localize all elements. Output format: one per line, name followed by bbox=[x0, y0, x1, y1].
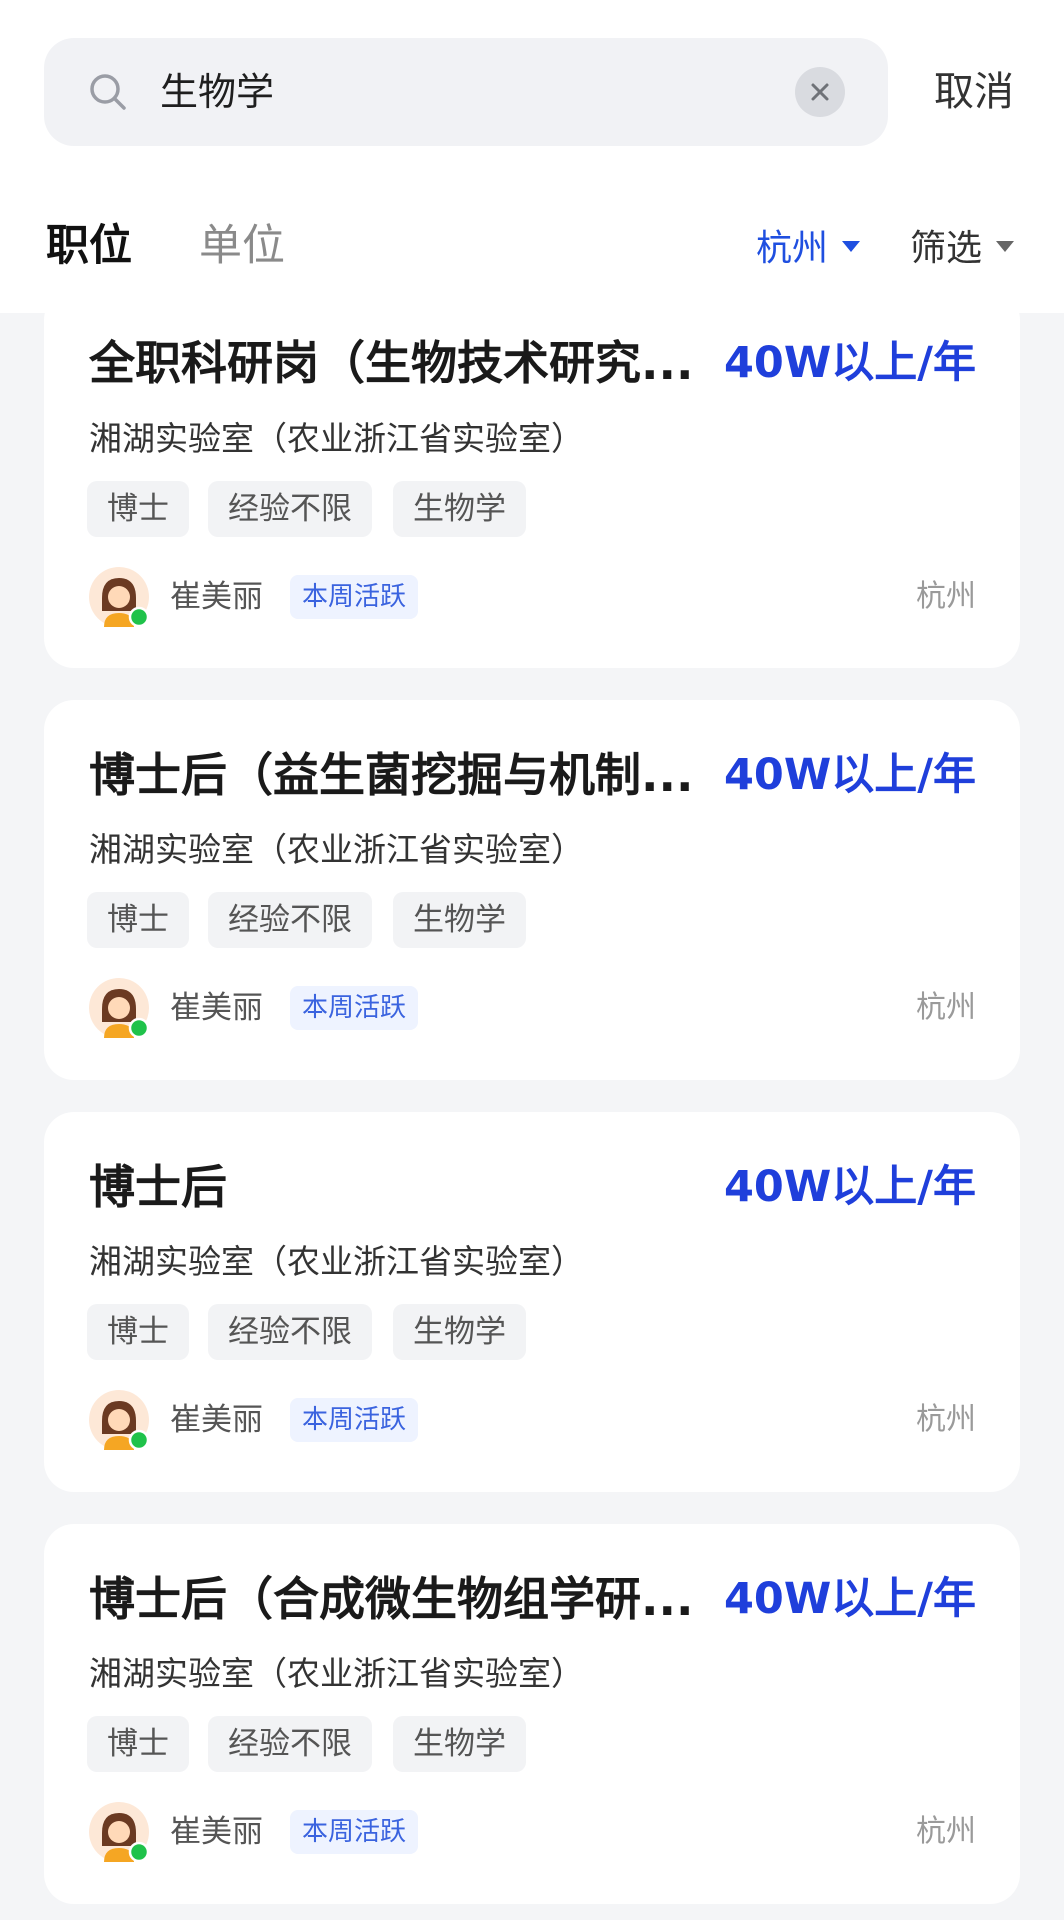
recruiter-name: 崔美丽 bbox=[170, 1402, 263, 1438]
recruiter-name: 崔美丽 bbox=[170, 1814, 263, 1850]
search-bar[interactable]: 生物学 bbox=[44, 38, 888, 146]
job-salary: 40W以上/年 bbox=[724, 1162, 976, 1212]
job-salary: 40W以上/年 bbox=[724, 1574, 976, 1624]
cancel-button[interactable]: 取消 bbox=[934, 64, 1014, 120]
caret-down-icon bbox=[842, 240, 861, 252]
city-filter-dropdown[interactable]: 杭州 bbox=[756, 224, 861, 274]
company-name: 湘湖实验室（农业浙江省实验室） bbox=[89, 1242, 584, 1281]
search-input[interactable]: 生物学 bbox=[160, 66, 274, 118]
recruiter-avatar bbox=[89, 978, 149, 1038]
active-status-badge: 本周活跃 bbox=[290, 986, 419, 1030]
clear-search-button[interactable] bbox=[795, 67, 845, 117]
job-location: 杭州 bbox=[916, 1814, 976, 1849]
job-location: 杭州 bbox=[916, 579, 976, 614]
recruiter-avatar bbox=[89, 567, 149, 627]
filter-dropdown[interactable]: 筛选 bbox=[910, 224, 1015, 274]
job-title: 博士后（合成微生物组学研... bbox=[89, 1572, 694, 1626]
job-salary: 40W以上/年 bbox=[724, 338, 976, 388]
caret-down-icon bbox=[996, 240, 1015, 252]
recruiter-avatar bbox=[89, 1390, 149, 1450]
active-status-badge: 本周活跃 bbox=[290, 1398, 419, 1442]
company-name: 湘湖实验室（农业浙江省实验室） bbox=[89, 419, 584, 458]
tag-degree: 博士 bbox=[87, 1716, 189, 1772]
tag-field: 生物学 bbox=[393, 1716, 526, 1772]
active-status-badge: 本周活跃 bbox=[290, 1810, 419, 1854]
tag-degree: 博士 bbox=[87, 892, 189, 948]
job-salary: 40W以上/年 bbox=[724, 750, 976, 800]
job-location: 杭州 bbox=[916, 1402, 976, 1437]
tag-degree: 博士 bbox=[87, 481, 189, 537]
job-card[interactable]: 博士后（益生菌挖掘与机制... 40W以上/年 湘湖实验室（农业浙江省实验室） … bbox=[44, 700, 1020, 1080]
tab-jobs[interactable]: 职位 bbox=[46, 218, 132, 274]
tag-experience: 经验不限 bbox=[208, 481, 372, 537]
tag-experience: 经验不限 bbox=[208, 1304, 372, 1360]
tag-field: 生物学 bbox=[393, 1304, 526, 1360]
recruiter-name: 崔美丽 bbox=[170, 579, 263, 615]
search-icon bbox=[90, 74, 126, 110]
job-location: 杭州 bbox=[916, 990, 976, 1025]
company-name: 湘湖实验室（农业浙江省实验室） bbox=[89, 1654, 584, 1693]
filter-label: 筛选 bbox=[910, 228, 983, 269]
job-card[interactable]: 博士后（合成微生物组学研... 40W以上/年 湘湖实验室（农业浙江省实验室） … bbox=[44, 1524, 1020, 1904]
city-filter-label: 杭州 bbox=[756, 228, 829, 269]
job-card[interactable]: 全职科研岗（生物技术研究... 40W以上/年 湘湖实验室（农业浙江省实验室） … bbox=[44, 290, 1020, 668]
job-title: 博士后 bbox=[89, 1160, 227, 1214]
tag-degree: 博士 bbox=[87, 1304, 189, 1360]
header: 生物学 取消 职位 单位 杭州 筛选 bbox=[0, 0, 1064, 313]
tag-experience: 经验不限 bbox=[208, 892, 372, 948]
active-status-badge: 本周活跃 bbox=[290, 575, 419, 619]
job-card[interactable]: 博士后 40W以上/年 湘湖实验室（农业浙江省实验室） 博士 经验不限 生物学 … bbox=[44, 1112, 1020, 1492]
company-name: 湘湖实验室（农业浙江省实验室） bbox=[89, 830, 584, 869]
tab-units[interactable]: 单位 bbox=[199, 218, 285, 274]
tag-field: 生物学 bbox=[393, 892, 526, 948]
tag-field: 生物学 bbox=[393, 481, 526, 537]
recruiter-avatar bbox=[89, 1802, 149, 1862]
recruiter-name: 崔美丽 bbox=[170, 990, 263, 1026]
tag-experience: 经验不限 bbox=[208, 1716, 372, 1772]
job-title: 全职科研岗（生物技术研究... bbox=[89, 336, 694, 390]
job-title: 博士后（益生菌挖掘与机制... bbox=[89, 748, 694, 802]
close-icon bbox=[811, 83, 829, 101]
